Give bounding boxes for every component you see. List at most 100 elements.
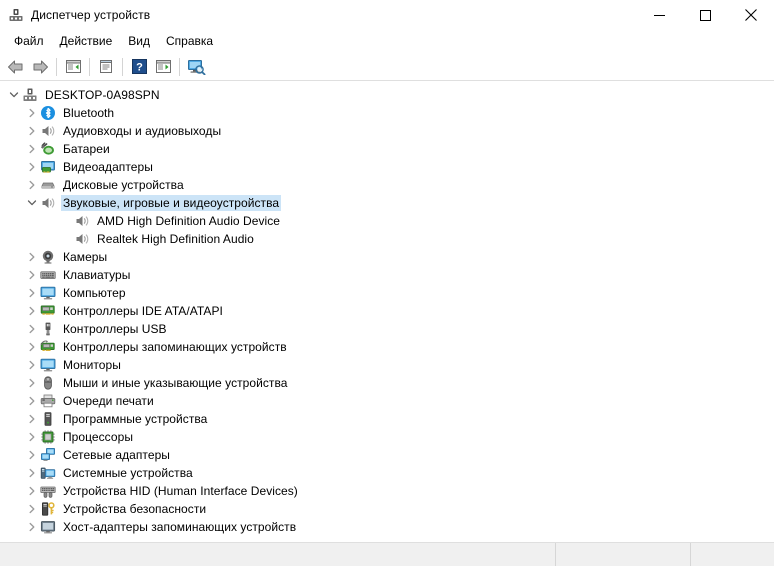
tree-category-4[interactable]: Дисковые устройства xyxy=(0,176,774,194)
tree-category-0[interactable]: Bluetooth xyxy=(0,104,774,122)
camera-icon xyxy=(40,249,56,265)
svg-text:?: ? xyxy=(136,62,143,74)
chevron-right-icon[interactable] xyxy=(24,429,40,445)
forward-arrow-icon xyxy=(33,60,48,73)
tree-category-8[interactable]: Компьютер xyxy=(0,284,774,302)
storage-controller-icon xyxy=(40,339,56,355)
tree-device-5-1[interactable]: Realtek High Definition Audio xyxy=(0,230,774,248)
tree-category-18[interactable]: Системные устройства xyxy=(0,464,774,482)
tree-category-17[interactable]: Сетевые адаптеры xyxy=(0,446,774,464)
help-button[interactable]: ? xyxy=(127,55,151,78)
menu-file[interactable]: Файл xyxy=(6,31,52,52)
menu-view[interactable]: Вид xyxy=(120,31,158,52)
tree-category-10[interactable]: Контроллеры USB xyxy=(0,320,774,338)
security-device-icon xyxy=(40,501,56,517)
tree-category-3[interactable]: Видеоадаптеры xyxy=(0,158,774,176)
menu-action[interactable]: Действие xyxy=(52,31,121,52)
tree-item-label: Контроллеры USB xyxy=(63,322,167,336)
chevron-right-icon[interactable] xyxy=(24,465,40,481)
tree-item-label: Устройства HID (Human Interface Devices) xyxy=(63,484,298,498)
tree-item-label: Батареи xyxy=(63,142,110,156)
tree-item-label: Компьютер xyxy=(63,286,126,300)
chevron-right-icon[interactable] xyxy=(24,501,40,517)
tree-category-19[interactable]: Устройства HID (Human Interface Devices) xyxy=(0,482,774,500)
speaker-icon xyxy=(74,231,90,247)
tree-item-label: Сетевые адаптеры xyxy=(63,448,170,462)
tree-category-13[interactable]: Мыши и иные указывающие устройства xyxy=(0,374,774,392)
tree-item-label: Контроллеры запоминающих устройств xyxy=(63,340,287,354)
device-manager-window: Диспетчер устройств Файл Действие Вид Сп… xyxy=(0,0,774,566)
show-hide-tree-button[interactable] xyxy=(61,55,85,78)
tree-category-5[interactable]: Звуковые, игровые и видеоустройства xyxy=(0,194,774,212)
chevron-right-icon[interactable] xyxy=(24,393,40,409)
forward-button[interactable] xyxy=(28,55,52,78)
tree-category-1[interactable]: Аудиовходы и аудиовыходы xyxy=(0,122,774,140)
tree-item-label: Мониторы xyxy=(63,358,121,372)
chevron-right-icon[interactable] xyxy=(24,375,40,391)
twisty-placeholder xyxy=(58,231,74,247)
chevron-right-icon[interactable] xyxy=(24,249,40,265)
chevron-right-icon[interactable] xyxy=(24,357,40,373)
tree-category-15[interactable]: Программные устройства xyxy=(0,410,774,428)
update-driver-button[interactable] xyxy=(151,55,175,78)
tree-category-16[interactable]: Процессоры xyxy=(0,428,774,446)
chevron-right-icon[interactable] xyxy=(24,447,40,463)
chevron-right-icon[interactable] xyxy=(24,285,40,301)
chevron-right-icon[interactable] xyxy=(24,267,40,283)
monitor-icon xyxy=(40,357,56,373)
tree-item-label: Устройства безопасности xyxy=(63,502,207,516)
host-adapter-icon xyxy=(40,519,56,535)
chevron-right-icon[interactable] xyxy=(24,105,40,121)
chevron-right-icon[interactable] xyxy=(24,483,40,499)
minimize-button[interactable] xyxy=(636,0,682,30)
chevron-right-icon[interactable] xyxy=(24,303,40,319)
tree-panel[interactable]: DESKTOP-0A98SPN Bluetooth Аудиовходы и ауд… xyxy=(0,81,774,542)
tree-item-label: Дисковые устройства xyxy=(63,178,184,192)
tree-item-label: Хост-адаптеры запоминающих устройств xyxy=(63,520,297,534)
update-driver-icon xyxy=(155,60,171,73)
chevron-right-icon[interactable] xyxy=(24,519,40,535)
usb-icon xyxy=(40,321,56,337)
tree-item-label: Аудиовходы и аудиовыходы xyxy=(63,124,222,138)
status-bar xyxy=(0,542,774,566)
chevron-right-icon[interactable] xyxy=(24,411,40,427)
window-title: Диспетчер устройств xyxy=(31,8,151,22)
chevron-right-icon[interactable] xyxy=(24,141,40,157)
ide-controller-icon xyxy=(40,303,56,319)
tree-category-9[interactable]: Контроллеры IDE ATA/ATAPI xyxy=(0,302,774,320)
tree-category-6[interactable]: Камеры xyxy=(0,248,774,266)
tree-category-7[interactable]: Клавиатуры xyxy=(0,266,774,284)
tree-category-12[interactable]: Мониторы xyxy=(0,356,774,374)
tree-category-2[interactable]: Батареи xyxy=(0,140,774,158)
tree-category-14[interactable]: Очереди печати xyxy=(0,392,774,410)
title-bar: Диспетчер устройств xyxy=(0,0,774,30)
tree-category-20[interactable]: Устройства безопасности xyxy=(0,500,774,518)
help-question-icon: ? xyxy=(131,59,147,74)
processor-icon xyxy=(40,429,56,445)
chevron-right-icon[interactable] xyxy=(24,159,40,175)
chevron-down-icon[interactable] xyxy=(6,87,22,103)
toolbar: ? xyxy=(0,53,774,81)
status-pane-tertiary xyxy=(690,543,774,566)
menu-help[interactable]: Справка xyxy=(158,31,221,52)
device-manager-icon xyxy=(8,7,24,23)
close-button[interactable] xyxy=(728,0,774,30)
tree-root-node[interactable]: DESKTOP-0A98SPN xyxy=(0,86,774,104)
maximize-button[interactable] xyxy=(682,0,728,30)
chevron-down-icon[interactable] xyxy=(24,195,40,211)
twisty-placeholder xyxy=(58,213,74,229)
chevron-right-icon[interactable] xyxy=(24,177,40,193)
back-button[interactable] xyxy=(4,55,28,78)
chevron-right-icon[interactable] xyxy=(24,123,40,139)
tree-panel-icon xyxy=(65,60,81,73)
tree-category-11[interactable]: Контроллеры запоминающих устройств xyxy=(0,338,774,356)
chevron-right-icon[interactable] xyxy=(24,321,40,337)
tree-item-label: Очереди печати xyxy=(63,394,154,408)
tree-category-21[interactable]: Хост-адаптеры запоминающих устройств xyxy=(0,518,774,536)
properties-button[interactable] xyxy=(94,55,118,78)
tree-item-label: Контроллеры IDE ATA/ATAPI xyxy=(63,304,223,318)
speaker-icon xyxy=(74,213,90,229)
chevron-right-icon[interactable] xyxy=(24,339,40,355)
tree-device-5-0[interactable]: AMD High Definition Audio Device xyxy=(0,212,774,230)
scan-hardware-button[interactable] xyxy=(184,55,208,78)
